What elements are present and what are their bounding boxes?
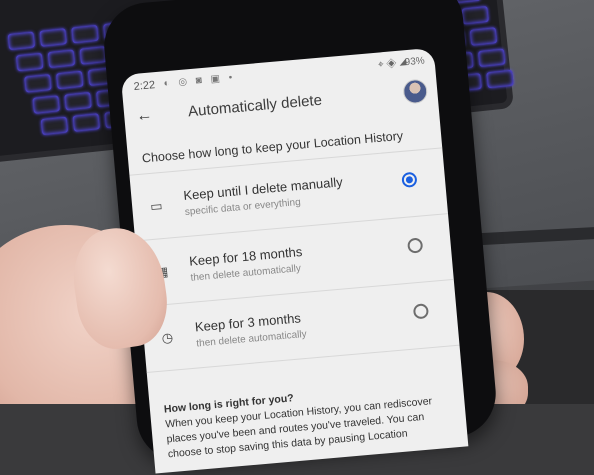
keyboard-key <box>47 49 76 69</box>
keyboard-key <box>72 113 101 132</box>
keyboard-key <box>24 74 52 93</box>
info-block: How long is right for you? When you keep… <box>163 378 452 463</box>
battery-level: 93% <box>404 55 426 69</box>
clock-icon: ◷ <box>161 329 174 346</box>
keyboard-key <box>39 28 67 47</box>
option-label: Keep until I delete manually <box>182 174 344 204</box>
keyboard-key <box>477 48 506 68</box>
radio-button[interactable] <box>407 237 424 254</box>
keyboard-key <box>71 24 99 44</box>
keyboard-key <box>486 69 514 89</box>
keyboard-key <box>15 52 44 72</box>
page-title: Automatically delete <box>187 91 323 121</box>
keyboard-key <box>461 5 489 25</box>
keyboard-key <box>79 46 108 65</box>
radio-button-selected[interactable] <box>401 171 418 188</box>
radio-button[interactable] <box>412 303 430 320</box>
phone: 2:22 ◐ ◎ ◙ ▣ • ⌖ ◈ ◢ 93% ← Automatically… <box>100 0 500 474</box>
keyboard-key <box>55 70 84 90</box>
back-arrow-icon[interactable]: ← <box>136 107 154 126</box>
keyboard-key <box>40 116 69 136</box>
keyboard-key <box>32 95 60 114</box>
status-time: 2:22 <box>133 79 156 93</box>
keyboard-key <box>469 27 498 46</box>
briefcase-icon: ▭ <box>149 197 164 214</box>
notification-icons: ◐ ◎ ◙ ▣ • <box>163 72 236 90</box>
keyboard-key <box>7 31 36 51</box>
keyboard-key <box>64 91 92 111</box>
system-icons: ⌖ ◈ ◢ <box>377 57 408 71</box>
phone-screen: 2:22 ◐ ◎ ◙ ▣ • ⌖ ◈ ◢ 93% ← Automatically… <box>120 47 469 474</box>
